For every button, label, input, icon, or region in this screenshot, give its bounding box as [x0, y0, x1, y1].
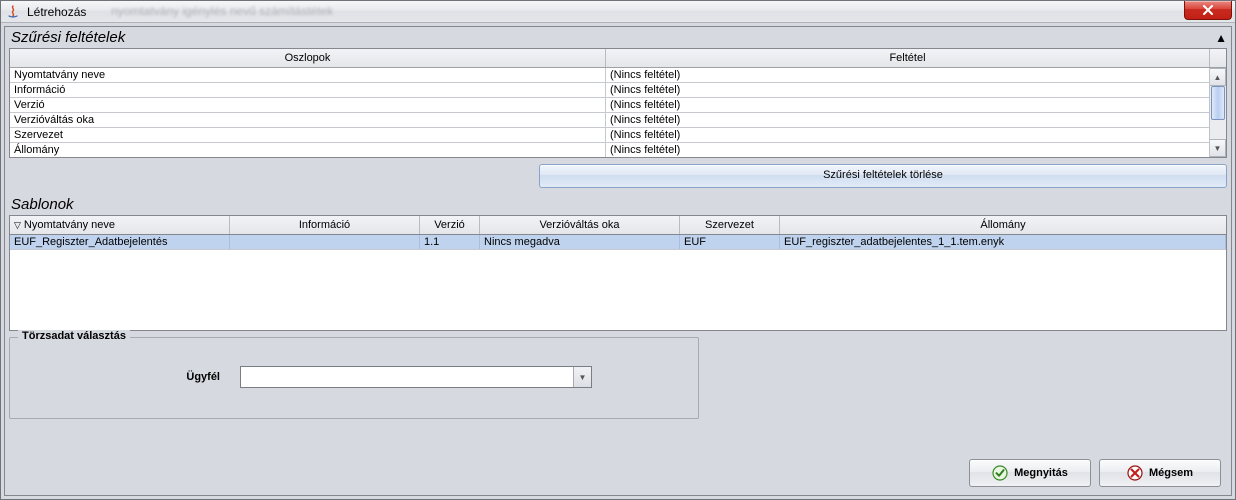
scroll-thumb[interactable]: [1211, 86, 1225, 120]
templates-cell-org: EUF: [680, 235, 780, 249]
scroll-track[interactable]: [1210, 86, 1226, 139]
templates-header-info[interactable]: Információ: [230, 216, 420, 234]
templates-header-file[interactable]: Állomány: [780, 216, 1226, 234]
clear-filters-row: Szűrési feltételek törlése: [9, 164, 1227, 188]
templates-header-reason[interactable]: Verzióváltás oka: [480, 216, 680, 234]
filter-cell-condition: (Nincs feltétel): [606, 128, 1209, 142]
clear-filters-button[interactable]: Szűrési feltételek törlése: [539, 164, 1227, 188]
cancel-circle-icon: [1127, 465, 1143, 481]
filter-row[interactable]: Verzió (Nincs feltétel): [10, 98, 1209, 113]
window: Létrehozás nyomtatvány igénylés nevű szá…: [0, 0, 1236, 500]
filter-cell-column: Szervezet: [10, 128, 606, 142]
templates-table: ▽Nyomtatvány neve Információ Verzió Verz…: [9, 215, 1227, 331]
filter-cell-column: Információ: [10, 83, 606, 97]
customer-field-row: Ügyfél ▼: [20, 366, 688, 388]
templates-cell-reason: Nincs megadva: [480, 235, 680, 249]
scroll-up-icon[interactable]: ▲: [1210, 68, 1226, 86]
filter-cell-condition: (Nincs feltétel): [606, 68, 1209, 82]
filter-row[interactable]: Nyomtatvány neve (Nincs feltétel): [10, 68, 1209, 83]
filter-cell-column: Verzióváltás oka: [10, 113, 606, 127]
window-close-button[interactable]: [1184, 1, 1232, 20]
dialog-buttons: Megnyitás Mégsem: [969, 459, 1221, 487]
check-circle-icon: [992, 465, 1008, 481]
filter-row[interactable]: Verzióváltás oka (Nincs feltétel): [10, 113, 1209, 128]
filter-cell-column: Nyomtatvány neve: [10, 68, 606, 82]
filter-cell-condition: (Nincs feltétel): [606, 143, 1209, 157]
masterdata-fieldset: Törzsadat választás Ügyfél ▼: [9, 337, 699, 419]
window-title: Létrehozás: [27, 5, 86, 19]
scroll-down-icon[interactable]: ▼: [1210, 139, 1226, 157]
filter-header-condition[interactable]: Feltétel: [606, 49, 1210, 67]
templates-cell-name: EUF_Regiszter_Adatbejelentés: [10, 235, 230, 249]
sort-desc-icon: ▽: [14, 220, 21, 230]
chevron-down-icon[interactable]: ▼: [573, 367, 591, 387]
close-icon: [1202, 5, 1214, 15]
masterdata-legend: Törzsadat választás: [18, 330, 130, 342]
filter-cell-column: Verzió: [10, 98, 606, 112]
titlebar: Létrehozás nyomtatvány igénylés nevű szá…: [1, 1, 1235, 23]
templates-cell-file: EUF_regiszter_adatbejelentes_1_1.tem.eny…: [780, 235, 1226, 249]
customer-input[interactable]: [241, 367, 573, 387]
filter-scrollbar[interactable]: ▲ ▼: [1209, 68, 1226, 157]
filter-cell-condition: (Nincs feltétel): [606, 113, 1209, 127]
filter-section-header: Szűrési feltételek ▲: [5, 27, 1231, 48]
templates-header-version[interactable]: Verzió: [420, 216, 480, 234]
templates-header-org[interactable]: Szervezet: [680, 216, 780, 234]
filter-row[interactable]: Információ (Nincs feltétel): [10, 83, 1209, 98]
table-row[interactable]: EUF_Regiszter_Adatbejelentés 1.1 Nincs m…: [10, 235, 1226, 250]
filter-header-column[interactable]: Oszlopok: [10, 49, 606, 67]
cancel-button[interactable]: Mégsem: [1099, 459, 1221, 487]
templates-section-title: Sablonok: [5, 194, 1231, 215]
open-button-label: Megnyitás: [1014, 467, 1068, 479]
templates-cell-version: 1.1: [420, 235, 480, 249]
filter-section-title: Szűrési feltételek: [5, 27, 131, 48]
titlebar-blurred-text: nyomtatvány igénylés nevű számítástétek: [111, 4, 333, 18]
templates-header-name-label: Nyomtatvány neve: [24, 219, 115, 231]
filter-header-scroll-gap: [1210, 49, 1226, 67]
filter-row[interactable]: Szervezet (Nincs feltétel): [10, 128, 1209, 143]
templates-cell-info: [230, 235, 420, 249]
client-area: Szűrési feltételek ▲ Oszlopok Feltétel N…: [4, 26, 1232, 496]
customer-label: Ügyfél: [20, 371, 240, 383]
open-button[interactable]: Megnyitás: [969, 459, 1091, 487]
filter-table: Oszlopok Feltétel Nyomtatvány neve (Ninc…: [9, 48, 1227, 158]
filter-table-header: Oszlopok Feltétel: [10, 49, 1226, 68]
customer-combobox[interactable]: ▼: [240, 366, 592, 388]
filter-cell-column: Állomány: [10, 143, 606, 157]
templates-header-name[interactable]: ▽Nyomtatvány neve: [10, 216, 230, 234]
filter-cell-condition: (Nincs feltétel): [606, 98, 1209, 112]
filter-row[interactable]: Állomány (Nincs feltétel): [10, 143, 1209, 157]
section-collapse-icon[interactable]: ▲: [1215, 31, 1227, 45]
java-app-icon: [5, 4, 21, 20]
filter-table-body: Nyomtatvány neve (Nincs feltétel) Inform…: [10, 68, 1209, 157]
cancel-button-label: Mégsem: [1149, 467, 1193, 479]
filter-cell-condition: (Nincs feltétel): [606, 83, 1209, 97]
templates-table-body: EUF_Regiszter_Adatbejelentés 1.1 Nincs m…: [9, 235, 1227, 331]
